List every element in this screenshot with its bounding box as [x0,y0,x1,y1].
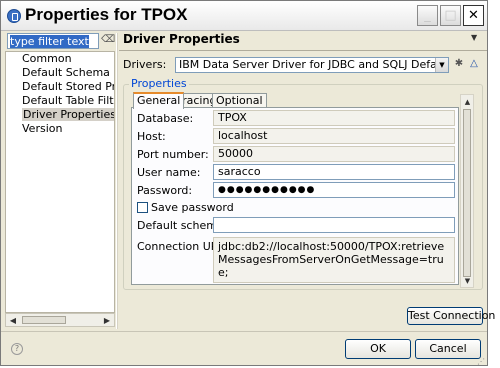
nav-item-version[interactable]: Version [22,122,62,135]
connection-url-field[interactable]: jdbc:db2://localhost:50000/TPOX:retrieve… [213,237,455,283]
filter-text: type filter text [10,35,89,48]
tab-optional[interactable]: Optional [212,93,267,108]
scroll-right-icon[interactable]: ▶ [101,315,113,326]
database-label: Database: [137,112,194,125]
filter-input[interactable]: type filter text [7,33,99,49]
password-field[interactable]: ●●●●●●●●●●● [213,182,455,198]
footer-separator [1,331,487,332]
password-label: Password: [137,184,193,197]
ok-button[interactable]: OK [345,339,411,359]
nav-horizontal-scrollbar[interactable]: ◀ ▶ [5,313,115,327]
edit-driver-icon[interactable]: △ [468,58,480,70]
nav-item-default-table-filter[interactable]: Default Table Filter [22,94,114,107]
drivers-label: Drivers: [123,58,167,71]
scroll-down-icon[interactable]: ▼ [462,275,473,287]
help-icon[interactable]: ? [11,343,23,355]
general-tab-panel: Database: TPOX Host: localhost Port numb… [131,107,459,285]
preference-tree: Common Default Schema Filter Default Sto… [5,51,115,313]
new-driver-icon[interactable]: ✱ [453,58,465,70]
port-field[interactable]: 50000 [213,146,455,162]
nav-item-driver-properties[interactable]: Driver Properties [22,108,114,121]
drivers-combo[interactable]: IBM Data Server Driver for JDBC and SQLJ… [175,57,449,73]
title-separator [119,50,487,51]
user-name-field[interactable]: saracco [213,164,455,180]
host-field[interactable]: localhost [213,128,455,144]
tab-general[interactable]: General [133,92,185,109]
cancel-button[interactable]: Cancel [415,339,481,359]
page-title: Driver Properties [123,32,240,46]
title-bar[interactable]: Properties for TPOX _ □ ✕ [1,1,487,31]
scroll-thumb[interactable] [463,109,471,277]
save-password-label[interactable]: Save password [151,201,234,214]
host-label: Host: [137,130,166,143]
nav-item-default-stored-procedure[interactable]: Default Stored Proce [22,80,114,93]
view-menu-icon[interactable]: ▼ [471,33,477,42]
database-field[interactable]: TPOX [213,110,455,126]
nav-item-common[interactable]: Common [22,52,72,65]
port-label: Port number: [137,148,209,161]
window-title: Properties for TPOX [25,5,188,24]
chevron-down-icon[interactable]: ▼ [435,58,448,72]
navigation-pane: type filter text ⌫ Common Default Schema… [5,33,115,329]
eclipse-icon [7,9,21,23]
drivers-selected-value: IBM Data Server Driver for JDBC and SQLJ… [179,58,449,71]
save-password-checkbox[interactable] [137,202,148,213]
maximize-button[interactable]: □ [440,5,461,26]
scroll-up-icon[interactable]: ▲ [462,96,473,108]
clear-filter-icon[interactable]: ⌫ [101,34,115,48]
scroll-thumb[interactable] [22,316,66,324]
test-connection-button[interactable]: Test Connection [407,307,495,325]
pane-divider[interactable] [116,33,118,329]
minimize-button[interactable]: _ [417,5,438,26]
nav-item-default-schema-filter[interactable]: Default Schema Filter [22,66,114,79]
resize-grip-icon[interactable]: ⋰ [477,357,486,366]
close-button[interactable]: ✕ [463,5,484,26]
scroll-left-icon[interactable]: ◀ [7,315,19,326]
user-name-label: User name: [137,166,201,179]
properties-vertical-scrollbar[interactable]: ▲ ▼ [460,94,474,288]
properties-dialog: Properties for TPOX _ □ ✕ type filter te… [0,0,495,366]
default-schema-field[interactable] [213,217,455,233]
properties-group-title: Properties [129,77,189,90]
content-pane: Driver Properties ▼ Drivers: IBM Data Se… [119,31,495,331]
